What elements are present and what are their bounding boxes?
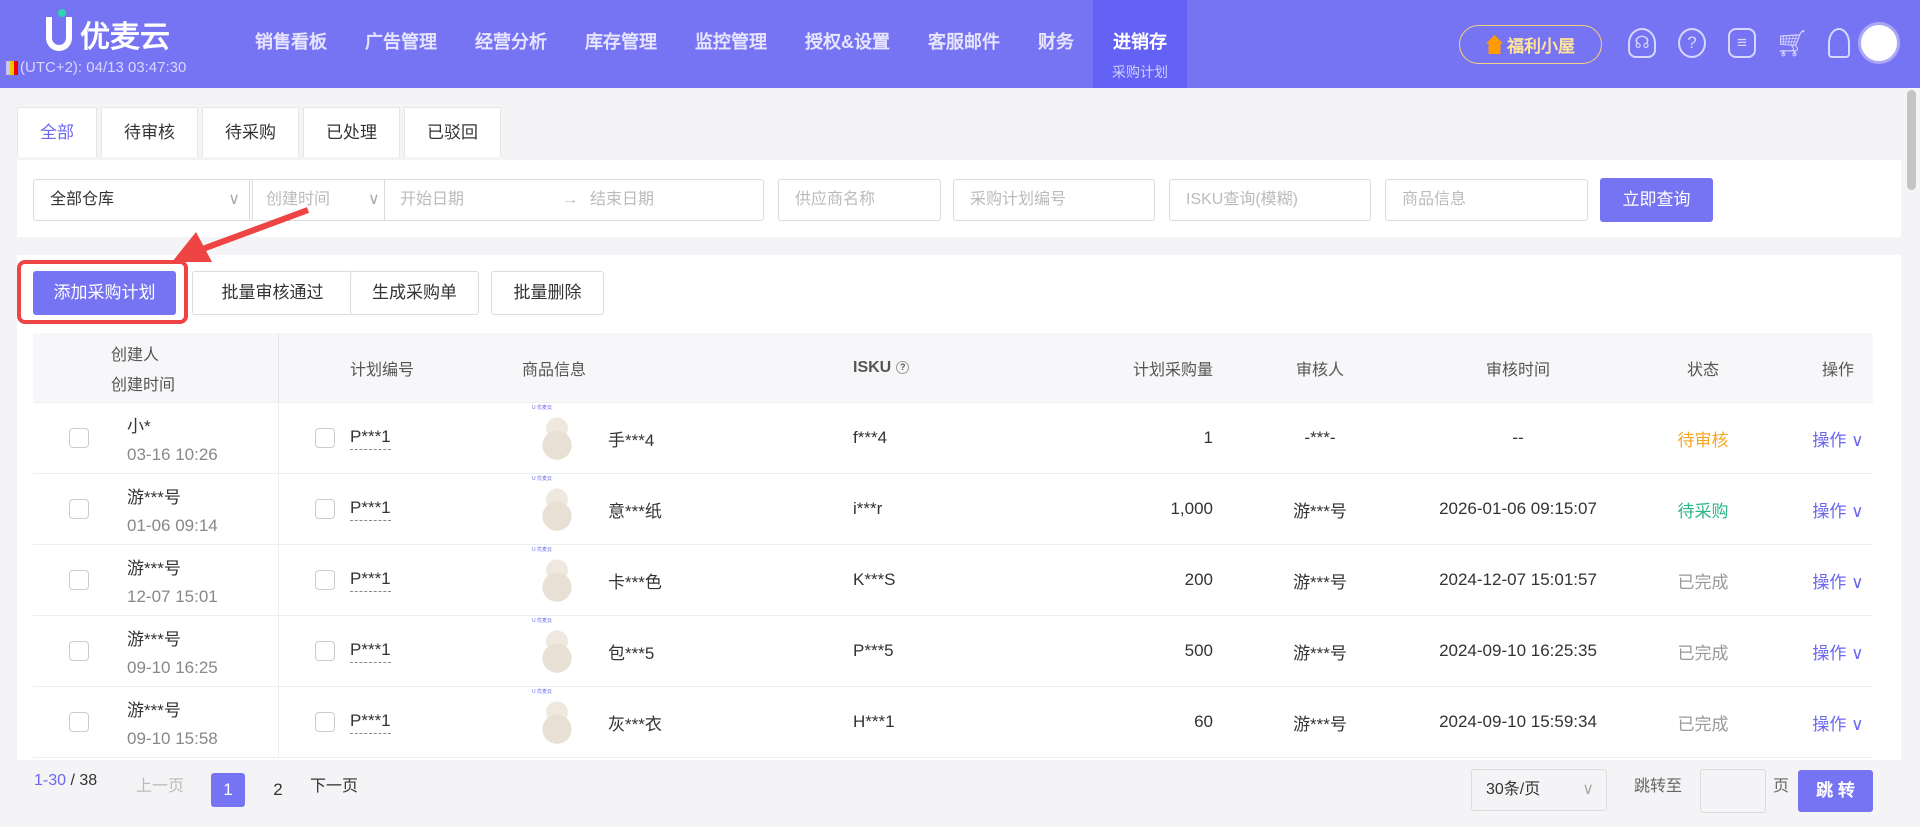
annotation-overlay [17,207,310,324]
arrow-line [198,207,310,253]
highlight-box [17,260,188,324]
